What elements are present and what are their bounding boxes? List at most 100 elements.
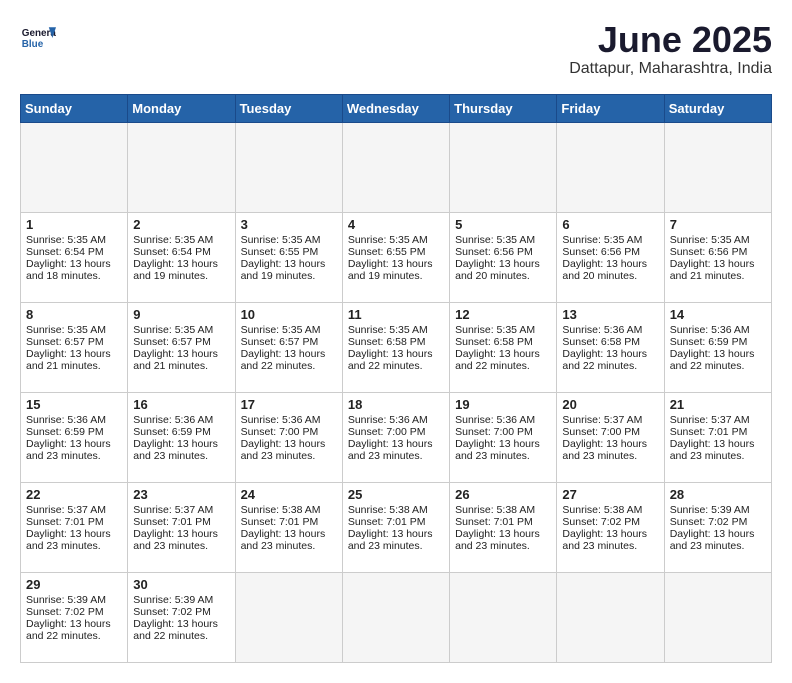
day-info-line: Sunset: 6:58 PM <box>455 336 551 348</box>
day-info-line: Sunset: 6:56 PM <box>670 246 766 258</box>
day-cell: 3Sunrise: 5:35 AMSunset: 6:55 PMDaylight… <box>235 212 342 302</box>
day-cell: 2 Sunrise: 5:35 AMSunset: 6:54 PMDaylight… <box>128 212 235 302</box>
day-cell: 5Sunrise: 5:35 AMSunset: 6:56 PMDaylight… <box>450 212 557 302</box>
day-cell <box>235 572 342 662</box>
day-info-line: Sunrise: 5:35 AM <box>133 324 229 336</box>
week-row: 15Sunrise: 5:36 AMSunset: 6:59 PMDayligh… <box>21 392 772 482</box>
day-cell: 30Sunrise: 5:39 AMSunset: 7:02 PMDayligh… <box>128 572 235 662</box>
day-info-line: Sunset: 7:00 PM <box>455 426 551 438</box>
day-info-line: Sunrise: 5:37 AM <box>26 504 122 516</box>
day-info-line: and 23 minutes. <box>26 540 122 552</box>
day-info-line: Sunrise: 5:36 AM <box>348 414 444 426</box>
day-info-line: Daylight: 13 hours <box>562 438 658 450</box>
day-cell: 26Sunrise: 5:38 AMSunset: 7:01 PMDayligh… <box>450 482 557 572</box>
day-info-line: Sunset: 6:54 PM <box>133 246 229 258</box>
day-info-line: and 23 minutes. <box>670 450 766 462</box>
day-number: 29 <box>26 577 122 592</box>
day-info-line: Sunset: 7:01 PM <box>455 516 551 528</box>
day-info-line: Sunset: 6:59 PM <box>670 336 766 348</box>
day-cell <box>450 572 557 662</box>
day-info-line: Sunset: 7:01 PM <box>241 516 337 528</box>
day-number: 17 <box>241 397 337 412</box>
day-cell: 18Sunrise: 5:36 AMSunset: 7:00 PMDayligh… <box>342 392 449 482</box>
month-title: June 2025 <box>569 20 772 60</box>
day-info-line: Sunset: 6:59 PM <box>26 426 122 438</box>
day-info-line: Sunrise: 5:35 AM <box>26 324 122 336</box>
day-info-line: Sunset: 7:00 PM <box>241 426 337 438</box>
day-info-line: and 18 minutes. <box>26 270 122 282</box>
day-number: 10 <box>241 307 337 322</box>
day-cell: 13Sunrise: 5:36 AMSunset: 6:58 PMDayligh… <box>557 302 664 392</box>
day-info-line: Sunset: 7:00 PM <box>348 426 444 438</box>
day-cell: 25Sunrise: 5:38 AMSunset: 7:01 PMDayligh… <box>342 482 449 572</box>
day-cell <box>235 122 342 212</box>
day-info-line: Daylight: 13 hours <box>455 258 551 270</box>
day-info-line: Daylight: 13 hours <box>455 528 551 540</box>
day-info-line: Sunset: 7:01 PM <box>26 516 122 528</box>
day-info-line: Daylight: 13 hours <box>133 618 229 630</box>
day-number: 11 <box>348 307 444 322</box>
day-cell <box>557 572 664 662</box>
day-cell: 23Sunrise: 5:37 AMSunset: 7:01 PMDayligh… <box>128 482 235 572</box>
day-info-line: Daylight: 13 hours <box>26 438 122 450</box>
day-info-line: Sunrise: 5:36 AM <box>455 414 551 426</box>
day-info-line: and 22 minutes. <box>348 360 444 372</box>
day-info-line: Sunrise: 5:38 AM <box>241 504 337 516</box>
day-number: 7 <box>670 217 766 232</box>
day-info-line: Sunrise: 5:38 AM <box>562 504 658 516</box>
day-info-line: and 22 minutes. <box>26 630 122 642</box>
logo-icon: General Blue <box>20 20 56 56</box>
day-info-line: Sunset: 6:58 PM <box>348 336 444 348</box>
day-number: 4 <box>348 217 444 232</box>
day-cell: 10Sunrise: 5:35 AMSunset: 6:57 PMDayligh… <box>235 302 342 392</box>
day-cell: 29Sunrise: 5:39 AMSunset: 7:02 PMDayligh… <box>21 572 128 662</box>
day-info-line: and 22 minutes. <box>133 630 229 642</box>
day-info-line: Daylight: 13 hours <box>241 348 337 360</box>
day-info-line: and 23 minutes. <box>241 450 337 462</box>
day-info-line: and 23 minutes. <box>348 450 444 462</box>
weekday-header: Saturday <box>664 94 771 122</box>
day-info-line: and 21 minutes. <box>26 360 122 372</box>
day-info-line: Sunrise: 5:36 AM <box>670 324 766 336</box>
title-block: June 2025 Dattapur, Maharashtra, India <box>569 20 772 78</box>
day-info-line: Sunset: 7:02 PM <box>670 516 766 528</box>
day-info-line: Sunset: 6:57 PM <box>26 336 122 348</box>
weekday-header: Wednesday <box>342 94 449 122</box>
weekday-header: Sunday <box>21 94 128 122</box>
day-info-line: Sunset: 6:59 PM <box>133 426 229 438</box>
day-info-line: and 22 minutes. <box>455 360 551 372</box>
day-info-line: and 19 minutes. <box>133 270 229 282</box>
day-info-line: Sunset: 6:55 PM <box>241 246 337 258</box>
day-number: 14 <box>670 307 766 322</box>
day-info-line: Sunrise: 5:35 AM <box>133 234 229 246</box>
day-cell: 4Sunrise: 5:35 AMSunset: 6:55 PMDaylight… <box>342 212 449 302</box>
weekday-header: Friday <box>557 94 664 122</box>
day-info-line: Daylight: 13 hours <box>241 438 337 450</box>
day-number: 8 <box>26 307 122 322</box>
day-info-line: Daylight: 13 hours <box>670 528 766 540</box>
day-cell <box>557 122 664 212</box>
day-info-line: Sunrise: 5:36 AM <box>26 414 122 426</box>
day-number: 19 <box>455 397 551 412</box>
day-info-line: and 22 minutes. <box>670 360 766 372</box>
day-info-line: Daylight: 13 hours <box>670 438 766 450</box>
day-info-line: Daylight: 13 hours <box>562 258 658 270</box>
day-info-line: and 21 minutes. <box>670 270 766 282</box>
day-number: 3 <box>241 217 337 232</box>
day-info-line: Daylight: 13 hours <box>241 258 337 270</box>
calendar-table: SundayMondayTuesdayWednesdayThursdayFrid… <box>20 94 772 663</box>
day-number: 6 <box>562 217 658 232</box>
day-cell: 27Sunrise: 5:38 AMSunset: 7:02 PMDayligh… <box>557 482 664 572</box>
day-info-line: Sunset: 6:57 PM <box>133 336 229 348</box>
day-info-line: Daylight: 13 hours <box>133 258 229 270</box>
day-cell: 19Sunrise: 5:36 AMSunset: 7:00 PMDayligh… <box>450 392 557 482</box>
day-number: 2 <box>133 217 229 232</box>
day-info-line: Sunrise: 5:37 AM <box>670 414 766 426</box>
day-info-line: Sunrise: 5:39 AM <box>26 594 122 606</box>
day-info-line: Daylight: 13 hours <box>348 348 444 360</box>
day-cell: 22Sunrise: 5:37 AMSunset: 7:01 PMDayligh… <box>21 482 128 572</box>
day-number: 30 <box>133 577 229 592</box>
day-number: 23 <box>133 487 229 502</box>
day-info-line: and 20 minutes. <box>562 270 658 282</box>
day-number: 20 <box>562 397 658 412</box>
